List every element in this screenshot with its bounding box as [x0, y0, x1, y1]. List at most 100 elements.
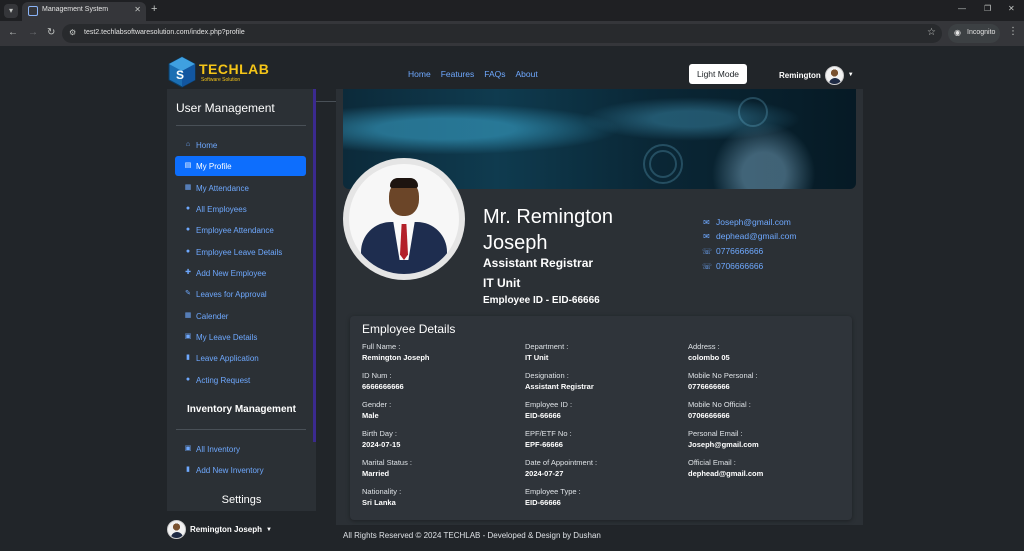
envelope-icon: ✉: [703, 217, 710, 227]
divider: [176, 429, 306, 430]
contact-phone-official[interactable]: ☏ 0706666666: [702, 261, 763, 271]
browser-menu-icon[interactable]: ⋮: [1008, 26, 1018, 37]
sidebar-item-all-employees[interactable]: ● All Employees: [175, 199, 306, 219]
field-value: Sri Lanka: [362, 498, 396, 507]
sidebar-scrollbar[interactable]: [313, 89, 316, 442]
sidebar-item-label: Acting Request: [196, 375, 251, 385]
field-gender: Gender : Male: [362, 399, 512, 421]
sidebar-item-label: Add New Inventory: [196, 465, 264, 475]
field-employee-type: Employee Type : EID-66666: [525, 486, 675, 508]
profile-card: Mr. Remington Joseph Assistant Registrar…: [336, 89, 863, 525]
nav-home[interactable]: Home: [408, 69, 431, 79]
field-label: Personal Email :: [688, 429, 743, 438]
nav-faqs[interactable]: FAQs: [484, 69, 505, 79]
url-text[interactable]: test2.techlabsoftwaresolution.com/index.…: [84, 29, 245, 36]
new-tab-icon[interactable]: +: [151, 3, 157, 15]
field-label: Address :: [688, 342, 720, 351]
site-info-icon[interactable]: ⚙: [69, 28, 76, 37]
field-value: 0776666666: [688, 382, 730, 391]
sidebar-item-label: Home: [196, 140, 218, 150]
field-birth-day: Birth Day : 2024-07-15: [362, 428, 512, 450]
sidebar-user-name: Remington Joseph: [190, 525, 263, 534]
page: S TECHLAB Software Solution Home Feature…: [0, 46, 1024, 551]
sidebar-item-employee-leave-details[interactable]: ● Employee Leave Details: [175, 242, 306, 262]
sidebar-item-label: All Employees: [196, 204, 247, 214]
sidebar-item-my-profile[interactable]: ▤ My Profile: [175, 156, 306, 176]
id-card-icon: ▤: [184, 162, 192, 169]
sidebar-item-employee-attendance[interactable]: ● Employee Attendance: [175, 220, 306, 240]
field-value: IT Unit: [525, 353, 549, 362]
contact-text[interactable]: 0776666666: [716, 246, 763, 256]
minimize-icon[interactable]: —: [958, 4, 966, 13]
contact-text[interactable]: dephead@gmail.com: [716, 231, 796, 241]
reload-icon[interactable]: ↻: [47, 27, 55, 38]
sidebar-item-leave-application[interactable]: ▮ Leave Application: [175, 348, 306, 368]
calendar-icon: ▦: [184, 184, 192, 191]
settings-section-title[interactable]: Settings: [167, 494, 316, 506]
field-value: colombo 05: [688, 353, 730, 362]
user-icon: ●: [185, 205, 191, 212]
contact-text[interactable]: Joseph@gmail.com: [716, 217, 791, 227]
sidebar-title: User Management: [176, 101, 275, 115]
field-label: Full Name :: [362, 342, 401, 351]
sidebar-item-calender[interactable]: ▦ Calender: [175, 306, 306, 326]
contact-text[interactable]: 0706666666: [716, 261, 763, 271]
field-label: Department :: [525, 342, 569, 351]
close-tab-icon[interactable]: ✕: [134, 5, 141, 14]
sidebar-item-all-inventory[interactable]: ▣ All Inventory: [175, 439, 306, 459]
bookmark-star-icon[interactable]: ☆: [927, 27, 936, 38]
field-label: Employee ID :: [525, 400, 573, 409]
sidebar-item-add-new-employee[interactable]: ✚ Add New Employee: [175, 263, 306, 283]
restore-icon[interactable]: ❐: [984, 4, 991, 13]
address-bar[interactable]: ⚙ test2.techlabsoftwaresolution.com/inde…: [62, 24, 942, 43]
page-footer: All Rights Reserved © 2024 TECHLAB - Dev…: [343, 531, 601, 540]
forward-icon[interactable]: →: [28, 27, 38, 38]
field-value: Married: [362, 469, 390, 478]
field-label: Nationality :: [362, 487, 402, 496]
tab-title: Management System: [42, 6, 109, 13]
sidebar-item-home[interactable]: ⌂ Home: [175, 135, 306, 155]
inventory-section-title: Inventory Management: [187, 404, 296, 415]
sidebar-item-my-attendance[interactable]: ▦ My Attendance: [175, 178, 306, 198]
field-label: Designation :: [525, 371, 569, 380]
field-personal-email: Personal Email : Joseph@gmail.com: [688, 428, 838, 450]
browser-tab-bar: ▾ Management System ✕ + — ❐ ✕: [0, 0, 1024, 21]
nav-features[interactable]: Features: [441, 69, 475, 79]
field-address: Address : colombo 05: [688, 341, 838, 363]
field-designation: Designation : Assistant Registrar: [525, 370, 675, 392]
user-menu[interactable]: Remington ▼: [779, 65, 854, 85]
field-value: 0706666666: [688, 411, 730, 420]
nav-about[interactable]: About: [516, 69, 538, 79]
close-window-icon[interactable]: ✕: [1008, 4, 1015, 13]
tab-search-icon[interactable]: ▾: [4, 4, 18, 18]
browser-tab[interactable]: Management System ✕: [22, 2, 146, 21]
favicon-icon: [28, 6, 38, 16]
field-department: Department : IT Unit: [525, 341, 675, 363]
back-icon[interactable]: ←: [8, 27, 18, 38]
sidebar-item-my-leave-details[interactable]: ▣ My Leave Details: [175, 327, 306, 347]
techlab-logo[interactable]: S TECHLAB Software Solution: [167, 56, 269, 88]
sidebar-item-add-new-inventory[interactable]: ▮ Add New Inventory: [175, 460, 306, 480]
field-label: EPF/ETF No :: [525, 429, 572, 438]
incognito-badge[interactable]: ◉ Incognito: [948, 24, 1000, 43]
sidebar-item-label: Employee Leave Details: [196, 247, 283, 257]
user-name: Remington: [779, 70, 821, 80]
calendar-icon: ▦: [184, 312, 192, 319]
divider: [176, 125, 306, 126]
employee-details-panel: Employee Details Full Name : Remington J…: [350, 316, 852, 520]
details-title: Employee Details: [362, 322, 456, 336]
sidebar-item-leaves-for-approval[interactable]: ✎ Leaves for Approval: [175, 284, 306, 304]
sidebar-user-menu[interactable]: Remington Joseph ▼: [167, 520, 272, 539]
field-label: Gender :: [362, 400, 392, 409]
svg-text:S: S: [176, 68, 184, 82]
sidebar: User Management ⌂ Home ▤ My Profile ▦ My…: [167, 89, 316, 511]
contact-email-personal[interactable]: ✉ Joseph@gmail.com: [702, 217, 791, 227]
contact-phone-personal[interactable]: ☏ 0776666666: [702, 246, 763, 256]
field-label: Marital Status :: [362, 458, 413, 467]
users-cog-icon: ●: [185, 376, 191, 383]
field-full-name: Full Name : Remington Joseph: [362, 341, 512, 363]
sidebar-item-acting-request[interactable]: ● Acting Request: [175, 370, 306, 390]
table-icon: ▣: [184, 445, 192, 452]
light-mode-button[interactable]: Light Mode: [689, 64, 747, 84]
contact-email-official[interactable]: ✉ dephead@gmail.com: [702, 231, 796, 241]
